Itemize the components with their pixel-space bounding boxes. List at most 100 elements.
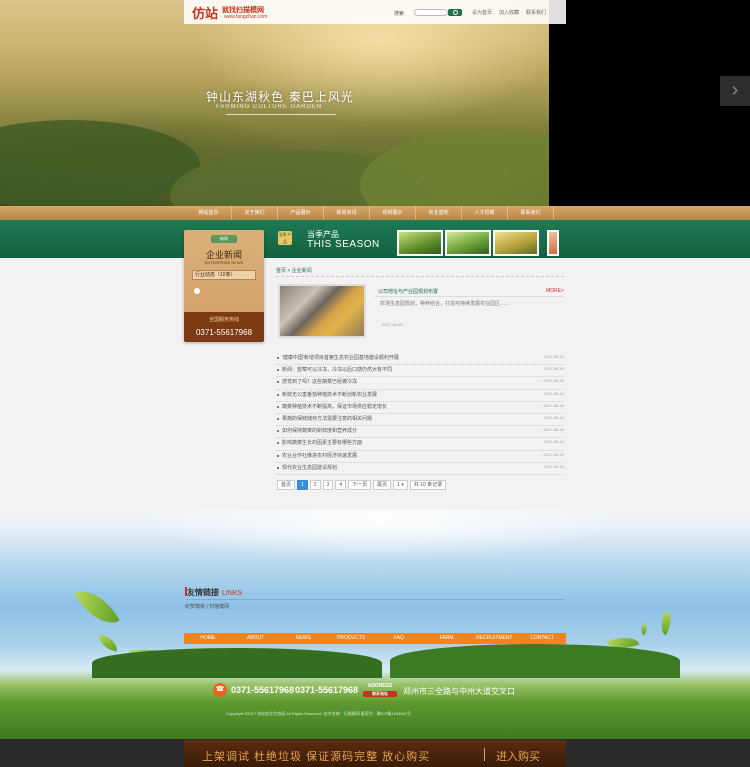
featured-date: 2017-08-09 [382, 322, 403, 327]
bullet-icon [277, 405, 279, 408]
footer-phone-2: 0371-55617968 [295, 685, 359, 695]
buy-button[interactable]: 进入购买 [496, 748, 540, 764]
bullet-icon [277, 430, 279, 433]
list-item[interactable]: 新闻：蓝莓可以冷冻，冷冻以后口感仍然大有不同 2017-09-10 [276, 365, 564, 378]
sidebar-item-count: （10条） [215, 272, 236, 278]
sidebar-item-industry-news[interactable]: 行业动态（10条） [192, 270, 256, 280]
promo-banner: 上架调试 杜绝垃圾 保证源码完整 放心购买 进入购买 [184, 740, 566, 767]
nav-item-about[interactable]: 关于我们 [232, 206, 278, 220]
season-thumb[interactable] [445, 230, 491, 256]
page-next[interactable]: 下一页 [348, 480, 372, 490]
nav-item-products[interactable]: 产品展示 [278, 206, 324, 220]
sidebar-tag: 新闻 [211, 235, 237, 243]
page-first[interactable]: 首页 [277, 480, 296, 490]
featured-title[interactable]: 公司地址与产业园规划布置 [378, 288, 438, 295]
divider [374, 296, 564, 297]
hero-subtitle: FARMING CULTURE GARDEN [216, 104, 323, 110]
page-2[interactable]: 2 [309, 480, 321, 490]
page-1[interactable]: 1 [297, 480, 308, 490]
divider [185, 599, 565, 600]
bullet-icon [277, 357, 279, 359]
hotline-label: 全国服务热线 [208, 317, 239, 323]
season-thumb[interactable] [547, 230, 559, 256]
footer-nav-recruitment[interactable]: RECRUITMENT [471, 633, 519, 644]
divider [484, 748, 485, 761]
page-last[interactable]: 尾页 [373, 480, 392, 490]
page-total: 共 10 条记录 [409, 480, 447, 490]
list-item[interactable]: 现代农业生态园建设规划 2017-09-10 [276, 463, 564, 475]
breadcrumb-home[interactable]: 首页 [276, 268, 286, 274]
top-header: 仿站 就找扫描模网 www.fangzhan.com 搜索 设为首页 加入收藏 … [184, 0, 566, 24]
footer-nav-faq[interactable]: FAQ [375, 633, 423, 644]
hero-banner: 钟山东湖秋色 秦巴上风光 FARMING CULTURE GARDEN [0, 0, 549, 206]
list-item[interactable]: 感觉到了吗？这些蔬菜已经被冷冻 2017-09-10 [276, 377, 564, 390]
footer-nav-products[interactable]: PRODUCTS [327, 633, 375, 644]
logo-url: www.fangzhan.com [224, 14, 268, 20]
footer-copyright: Copyright ©2017 仿站农业生态园 All Rights Reser… [226, 711, 411, 716]
friend-links[interactable]: 织梦模板 | 扫描模网 [185, 603, 229, 610]
list-item[interactable]: 蔬菜种植技术不断提高，保证市场供应稳定增长 2017-09-10 [276, 402, 564, 414]
nav-item-contact[interactable]: 联系我们 [508, 206, 554, 220]
bullet-icon [277, 369, 279, 372]
search-button[interactable] [448, 9, 462, 16]
bullet-icon [277, 442, 279, 445]
links-title: 友情链接 LINKS [187, 588, 243, 597]
breadcrumb-current[interactable]: 企业新闻 [292, 268, 312, 274]
divider [276, 276, 564, 277]
bullet-icon [277, 381, 279, 384]
page-3[interactable]: 3 [322, 480, 334, 490]
add-favorite-link[interactable]: 加入收藏 [499, 9, 519, 16]
slider-next-arrow[interactable]: › [720, 76, 750, 106]
sidebar-subtitle: ENTERPRISE NEWS [204, 260, 244, 265]
nav-item-jobs[interactable]: 人才招聘 [462, 206, 508, 220]
season-thumb[interactable] [397, 230, 443, 256]
contact-link[interactable]: 联系我们 [526, 9, 546, 16]
page-4[interactable]: 4 [335, 480, 347, 490]
footer-nav-contact[interactable]: CONTACT [518, 633, 566, 644]
footer [0, 510, 750, 739]
list-item[interactable]: 新鲜无公害番茄种植技术不断创新农业发展 2017-09-10 [276, 390, 564, 402]
sidebar-contact: 全国服务热线 0371-55617968 [184, 312, 264, 342]
set-homepage-link[interactable]: 设为首页 [472, 9, 492, 16]
list-item[interactable]: '健康中国'新增项目首席生态农业园基地建设顺利开展 2017-09-10 [276, 353, 564, 366]
footer-phone: 0371-55617968 [231, 685, 295, 695]
search-label: 搜索 [394, 11, 405, 17]
nav-item-home[interactable]: 网站首页 [186, 206, 232, 220]
footer-nav: HOME ABOUT NEWS PRODUCTS FAQ FARM RECRUI… [184, 633, 566, 644]
hero-divider [226, 114, 336, 115]
list-item[interactable]: 农业合作社推进农村经济快速发展 2017-09-10 [276, 451, 564, 463]
logo[interactable]: 仿站 [192, 3, 218, 22]
hotline-phone: 0371-55617968 [195, 328, 253, 337]
page-select[interactable]: 1 ▾ [393, 480, 408, 490]
nav-item-video[interactable]: 视频展示 [370, 206, 416, 220]
list-item[interactable]: 如何保持蔬菜的新鲜度和营养成分 2017-09-10 [276, 426, 564, 439]
footer-nav-news[interactable]: NEWS [280, 633, 328, 644]
links-title-en: LINKS [222, 590, 243, 597]
list-item[interactable]: 影响蔬菜生长的因素主要有哪些方面 2017-09-10 [276, 438, 564, 451]
bullet-icon [277, 417, 279, 420]
featured-image[interactable] [278, 284, 366, 338]
list-item[interactable]: 果蔬的保鲜储存方法需要注意的相关问题 2017-09-10 [276, 414, 564, 427]
featured-more-link[interactable]: MORE> [546, 288, 564, 294]
search-input[interactable] [414, 9, 448, 16]
sidebar: 新闻 企业新闻 ENTERPRISE NEWS 行业动态（10条） 全国服务热线… [184, 230, 264, 342]
main-nav: 网站首页 关于我们 产品展示 新闻资讯 视频展示 农业基地 人才招聘 联系我们 [0, 206, 750, 220]
breadcrumb-separator: > [287, 268, 291, 274]
footer-nav-farm[interactable]: FARM [423, 633, 471, 644]
featured-description: 农场生态园规划，种养结合，打造可持续发展农业园区…… [380, 301, 511, 307]
nav-item-base[interactable]: 农业基地 [416, 206, 462, 220]
hill-decoration [92, 648, 382, 678]
footer-nav-about[interactable]: ABOUT [232, 633, 280, 644]
season-thumb[interactable] [493, 230, 539, 256]
bullet-icon [277, 393, 279, 396]
sidebar-item-label: 行业动态 [195, 272, 216, 278]
address-badge: ADDRESS 联系地址 [363, 683, 397, 697]
season-badge: 当季 产品 [278, 231, 292, 245]
footer-nav-home[interactable]: HOME [184, 633, 232, 644]
bullet-icon [277, 466, 279, 469]
news-list: '健康中国'新增项目首席生态农业园基地建设顺利开展 2017-09-10 新闻：蓝… [276, 353, 564, 475]
nav-item-news[interactable]: 新闻资讯 [324, 206, 370, 220]
season-strip: 当季 产品 当季产品 THIS SEASON [0, 220, 750, 258]
bullet-icon [277, 454, 279, 457]
phone-icon: ☎ [213, 683, 227, 697]
